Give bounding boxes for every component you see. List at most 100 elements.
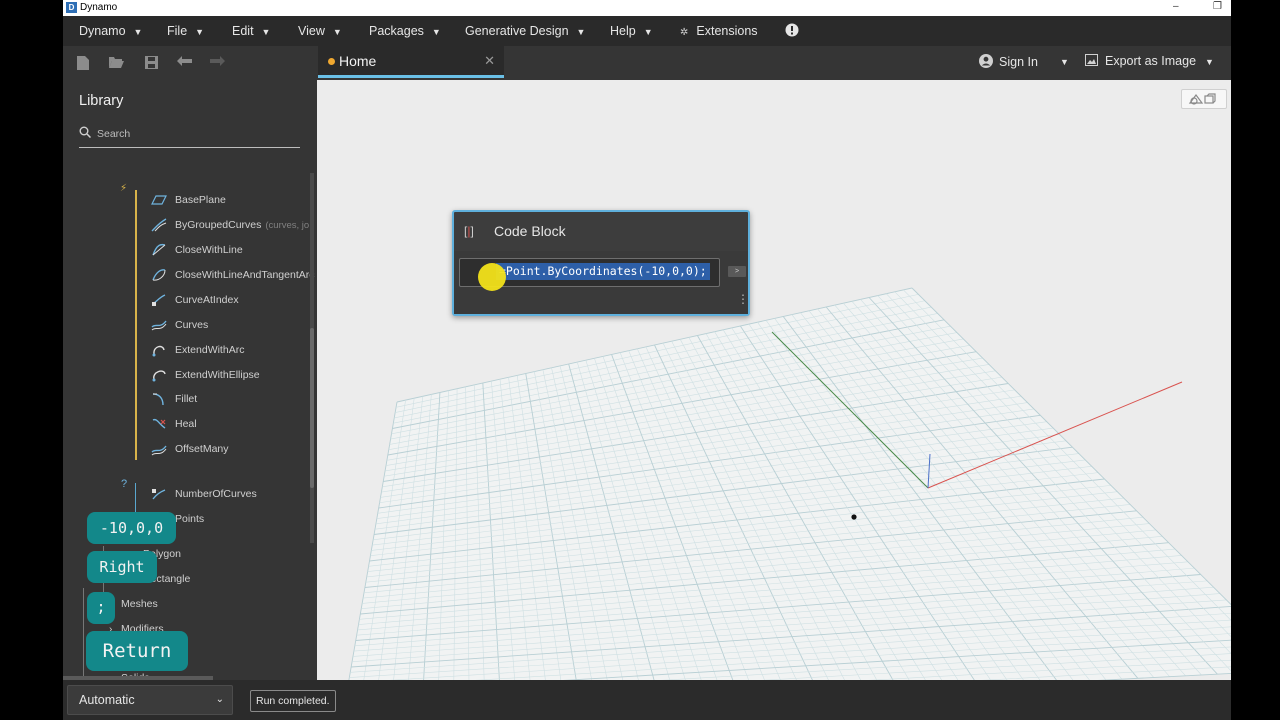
library-item-label: BasePlane [175, 194, 226, 206]
library-search-input[interactable]: Search [79, 123, 300, 148]
title-bar: D Dynamo – ❐ [63, 0, 1231, 16]
search-icon [79, 126, 91, 138]
run-status-badge: Run completed. [250, 690, 336, 712]
menu-file[interactable]: File ▼ [167, 24, 204, 38]
view-toggle-icon [1188, 93, 1216, 105]
tab-home[interactable]: Home ✕ [318, 46, 504, 78]
menu-label: File [167, 24, 188, 38]
caret-down-icon: ▼ [576, 27, 586, 37]
caret-down-icon: ▼ [643, 27, 653, 37]
open-folder-icon[interactable] [109, 56, 124, 69]
puzzle-icon: ✲ [680, 27, 689, 38]
new-file-icon[interactable] [76, 56, 90, 70]
library-item-label: NumberOfCurves [175, 488, 257, 500]
library-item-label: Heal [175, 418, 197, 430]
export-label: Export as Image [1105, 54, 1197, 68]
category-meshes[interactable]: ›Meshes [109, 598, 158, 610]
library-item-label: CloseWithLineAndTangentArc [175, 269, 315, 281]
dynamo-window: D Dynamo – ❐ Dynamo ▼ File ▼ Edit ▼ View ▼ P… [63, 0, 1231, 720]
output-port[interactable]: > [728, 266, 746, 277]
menu-label: Packages [369, 24, 424, 38]
view-toggle-control[interactable] [1181, 89, 1227, 109]
workspace-canvas[interactable]: [|] Code Block =Point.ByCoordinates(-10,… [317, 80, 1231, 680]
keystroke-overlay: -10,0,0 [87, 512, 176, 544]
menu-generative-design[interactable]: Generative Design ▼ [465, 24, 585, 38]
menu-packages[interactable]: Packages ▼ [369, 24, 441, 38]
caret-down-icon: ▼ [1205, 57, 1214, 67]
preview-point[interactable] [851, 514, 857, 520]
minimize-icon[interactable]: – [1173, 1, 1179, 12]
code-block-node[interactable]: [|] Code Block =Point.ByCoordinates(-10,… [452, 210, 750, 316]
menu-edit[interactable]: Edit ▼ [232, 24, 270, 38]
library-item-label: Fillet [175, 393, 198, 405]
category-label: Meshes [121, 598, 158, 610]
library-scrollbar-thumb[interactable] [310, 328, 314, 488]
sign-in-dropdown-icon[interactable]: ▼ [1060, 57, 1069, 67]
menu-bar: Dynamo ▼ File ▼ Edit ▼ View ▼ Packages ▼ Gene… [63, 16, 1231, 46]
node-header[interactable]: [|] Code Block [454, 212, 748, 250]
caret-down-icon: ▼ [332, 27, 342, 37]
library-item-label: Points [175, 513, 205, 525]
extend-arc-icon [152, 345, 165, 357]
extend-ellipse-icon [152, 370, 166, 382]
sign-in-button[interactable]: Sign In [979, 54, 1038, 69]
undo-icon[interactable] [177, 56, 192, 69]
plane-icon [151, 195, 167, 205]
run-mode-select[interactable]: Automatic ⌄ [67, 685, 233, 715]
query-section-icon: ? [121, 478, 128, 490]
menu-view[interactable]: View ▼ [298, 24, 342, 38]
code-editor[interactable]: =Point.ByCoordinates(-10,0,0); [459, 258, 720, 291]
sign-in-label: Sign In [999, 55, 1038, 69]
restore-icon[interactable]: ❐ [1213, 1, 1222, 12]
library-item-label: CloseWithLine [175, 244, 243, 256]
caret-down-icon: ▼ [261, 27, 271, 37]
menu-label: Extensions [696, 24, 758, 38]
code-block-icon: [|] [464, 224, 474, 238]
menu-extensions[interactable]: ✲ Extensions [680, 24, 758, 38]
curves-icon [151, 320, 167, 331]
run-mode-value: Automatic [79, 693, 135, 707]
curve-tangent-arc-icon [152, 269, 166, 281]
save-icon[interactable] [144, 56, 158, 69]
user-icon [979, 54, 993, 68]
library-item-label: ExtendWithEllipse [175, 369, 260, 381]
menu-label: Generative Design [465, 24, 569, 38]
library-item-label: OffsetMany [175, 443, 229, 455]
window-title: Dynamo [80, 2, 118, 13]
library-panel: Library Search ⚡ BasePlane ByGroupedCurv… [63, 78, 317, 680]
library-item-label: CurveAtIndex [175, 294, 239, 306]
search-placeholder: Search [97, 128, 131, 140]
heal-icon [152, 418, 166, 429]
library-scrollbar[interactable] [310, 173, 314, 543]
node-title: Code Block [494, 223, 566, 239]
library-item-hint: (curves, jo [265, 220, 310, 231]
toolbar [63, 46, 318, 78]
curve-index-icon [152, 294, 166, 306]
library-item-label: Curves [175, 319, 209, 331]
keystroke-overlay: Return [86, 631, 188, 671]
menu-dynamo[interactable]: Dynamo ▼ [79, 24, 142, 38]
tab-label: Home [339, 53, 377, 69]
node-body: =Point.ByCoordinates(-10,0,0); > ⋮ [454, 251, 749, 314]
curves-icon [151, 218, 167, 232]
close-tab-icon[interactable]: ✕ [484, 53, 495, 69]
status-bar: Automatic ⌄ Run completed. [63, 680, 1231, 720]
export-as-image-button[interactable]: Export as Image ▼ [1085, 54, 1214, 68]
redo-icon[interactable] [210, 56, 225, 69]
action-section-icon: ⚡ [120, 183, 128, 194]
node-options-icon[interactable]: ⋮ [737, 293, 749, 305]
notification-alert-icon[interactable] [785, 23, 799, 40]
curve-close-icon [152, 243, 166, 256]
library-item-label: ByGroupedCurves [175, 219, 262, 231]
code-text-selection[interactable]: =Point.ByCoordinates(-10,0,0); [496, 263, 710, 280]
menu-label: Edit [232, 24, 254, 38]
caret-down-icon: ▼ [431, 27, 441, 37]
menu-label: View [298, 24, 325, 38]
tree-line [83, 588, 84, 676]
unsaved-dot-icon [328, 58, 335, 65]
caret-down-icon: ▼ [133, 27, 143, 37]
fillet-icon [152, 393, 164, 406]
menu-help[interactable]: Help ▼ [610, 24, 653, 38]
keystroke-overlay: Right [87, 551, 157, 583]
cursor-highlight [478, 263, 506, 291]
